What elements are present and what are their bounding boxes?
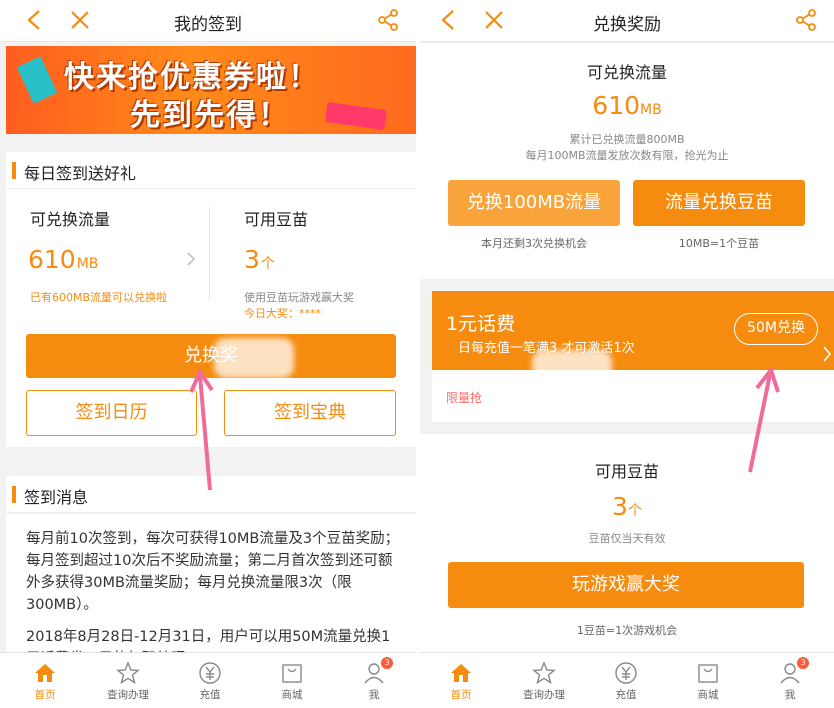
redeem-50m-button[interactable]: 50M兑换 bbox=[734, 313, 818, 345]
tab-recharge[interactable]: 充值 bbox=[585, 653, 667, 708]
exchange-reward-button[interactable]: 兑换奖 bbox=[26, 334, 396, 378]
nav-bar: 我的签到 bbox=[0, 0, 416, 42]
traffic-value: 610MB bbox=[592, 91, 662, 120]
notification-badge: 3 bbox=[381, 657, 393, 669]
tab-home[interactable]: 首页 bbox=[4, 653, 86, 708]
share-icon[interactable] bbox=[794, 8, 818, 32]
tab-shop-label: 商城 bbox=[697, 689, 719, 701]
tab-recharge-label: 充值 bbox=[199, 689, 221, 701]
tab-shop[interactable]: 商城 bbox=[667, 653, 749, 708]
ribbon-decoration bbox=[16, 56, 58, 104]
beans-stat[interactable]: 可用豆苗 3个 使用豆苗玩游戏赢大奖 今日大奖：**** bbox=[210, 189, 416, 320]
beans-value: 3个 bbox=[244, 245, 275, 274]
promo-banner[interactable]: 快来抢优惠券啦！ 先到先得！ bbox=[6, 46, 416, 134]
page-title: 兑换奖励 bbox=[593, 15, 661, 35]
daily-card: 可兑换流量 610MB 已有600MB流量可以兑换啦 可用豆苗 3个 使用豆苗玩… bbox=[6, 189, 416, 447]
exchange-screen: 兑换奖励 可兑换流量 610MB 累计已兑换流量800MB 每月100MB流量发… bbox=[420, 0, 834, 708]
tab-home[interactable]: 首页 bbox=[420, 653, 502, 708]
traffic-to-beans-button[interactable]: 流量兑换豆苗 bbox=[633, 180, 805, 226]
exchange-100mb-button[interactable]: 兑换100MB流量 bbox=[448, 180, 620, 226]
tab-me[interactable]: 3 我 bbox=[749, 653, 831, 708]
home-icon bbox=[35, 664, 55, 682]
tab-bar: 首页 查询办理 充值 商城 3 我 bbox=[0, 652, 416, 708]
traffic-label: 可兑换流量 bbox=[586, 63, 667, 82]
limited-tag: 限量抢 bbox=[446, 391, 483, 405]
traffic-stat[interactable]: 可兑换流量 610MB 已有600MB流量可以兑换啦 bbox=[6, 189, 206, 309]
blur-mask bbox=[214, 338, 294, 378]
beans-note: 使用豆苗玩游戏赢大奖 bbox=[244, 291, 354, 304]
beans-card: 可用豆苗 3个 豆苗仅当天有效 玩游戏赢大奖 1豆苗=1次游戏机会 bbox=[420, 434, 834, 652]
messages-header: 签到消息 bbox=[6, 476, 416, 512]
traffic-total-note: 累计已兑换流量800MB bbox=[569, 133, 685, 146]
star-icon bbox=[116, 661, 140, 685]
sign-calendar-button[interactable]: 签到日历 bbox=[26, 390, 197, 436]
traffic-value: 610MB bbox=[28, 245, 99, 274]
tab-recharge-label: 充值 bbox=[615, 689, 637, 701]
beans-rule: 1豆苗=1次游戏机会 bbox=[576, 624, 678, 637]
coupon-title: 1元话费 bbox=[446, 313, 516, 335]
page-title: 我的签到 bbox=[174, 15, 242, 35]
chevron-right-icon bbox=[187, 252, 196, 266]
tab-home-label: 首页 bbox=[34, 689, 56, 701]
daily-gift-header: 每日签到送好礼 bbox=[6, 152, 416, 188]
chevron-right-icon bbox=[823, 346, 832, 362]
beans-prize: 今日大奖：**** bbox=[244, 307, 321, 320]
shop-icon bbox=[282, 664, 302, 683]
notification-badge: 3 bbox=[797, 657, 809, 669]
beans-label: 可用豆苗 bbox=[244, 210, 309, 229]
traffic-limit-note: 每月100MB流量发放次数有限，抢光为止 bbox=[525, 149, 729, 162]
ticket-decoration bbox=[324, 101, 388, 131]
tab-query[interactable]: 查询办理 bbox=[503, 653, 585, 708]
tab-shop-label: 商城 bbox=[281, 689, 303, 701]
play-game-button[interactable]: 玩游戏赢大奖 bbox=[448, 562, 804, 608]
blur-mask bbox=[532, 350, 612, 380]
sign-guide-button[interactable]: 签到宝典 bbox=[224, 390, 396, 436]
banner-line-2: 先到先得！ bbox=[130, 98, 290, 133]
share-icon[interactable] bbox=[376, 8, 400, 32]
section-marker bbox=[12, 486, 16, 503]
traffic-note: 已有600MB流量可以兑换啦 bbox=[30, 291, 168, 304]
shop-icon bbox=[698, 664, 718, 683]
beans-label: 可用豆苗 bbox=[594, 462, 659, 481]
exchange-100mb-note: 本月还剩3次兑换机会 bbox=[481, 237, 587, 250]
section-marker bbox=[12, 162, 16, 179]
messages-para-2: 2018年8月28日-12月31日，用户可以用50M流量兑换1元话费券，目的权码… bbox=[26, 629, 391, 652]
sign-in-screen: 我的签到 快来抢优惠券啦！ 先到先得！ 每日签到送好礼 可兑换流量 610MB … bbox=[0, 0, 416, 708]
tab-recharge[interactable]: 充值 bbox=[169, 653, 251, 708]
traffic-to-beans-note: 10MB=1个豆苗 bbox=[678, 237, 760, 250]
tab-me-label: 我 bbox=[368, 689, 380, 701]
yen-icon bbox=[199, 662, 221, 684]
home-icon bbox=[451, 664, 471, 682]
tab-me[interactable]: 3 我 bbox=[333, 653, 415, 708]
tab-home-label: 首页 bbox=[450, 689, 472, 701]
messages-card: 每月前10次签到，每次可获得10MB流量及3个豆苗奖励；每月签到超过10次后不奖… bbox=[6, 514, 416, 652]
messages-title: 签到消息 bbox=[24, 488, 89, 507]
tab-me-label: 我 bbox=[784, 689, 796, 701]
nav-bar: 兑换奖励 bbox=[420, 0, 834, 42]
traffic-card: 可兑换流量 610MB 累计已兑换流量800MB 每月100MB流量发放次数有限… bbox=[420, 43, 834, 279]
phone-credit-coupon[interactable]: 1元话费 日每充值一笔满3 才可激活1次 50M兑换 限量抢 bbox=[432, 291, 834, 422]
beans-note: 豆苗仅当天有效 bbox=[588, 532, 666, 545]
traffic-label: 可兑换流量 bbox=[30, 210, 111, 229]
beans-value: 3个 bbox=[612, 492, 642, 521]
daily-gift-title: 每日签到送好礼 bbox=[24, 164, 137, 183]
tab-query[interactable]: 查询办理 bbox=[87, 653, 169, 708]
yen-icon bbox=[615, 662, 637, 684]
tab-bar: 首页 查询办理 充值 商城 3 我 bbox=[420, 652, 834, 708]
coupon-edge bbox=[435, 370, 825, 375]
tab-query-label: 查询办理 bbox=[107, 689, 149, 701]
messages-para-1: 每月前10次签到，每次可获得10MB流量及3个豆苗奖励；每月签到超过10次后不奖… bbox=[26, 531, 400, 613]
tab-query-label: 查询办理 bbox=[523, 689, 565, 701]
tab-shop[interactable]: 商城 bbox=[251, 653, 333, 708]
star-icon bbox=[532, 661, 556, 685]
